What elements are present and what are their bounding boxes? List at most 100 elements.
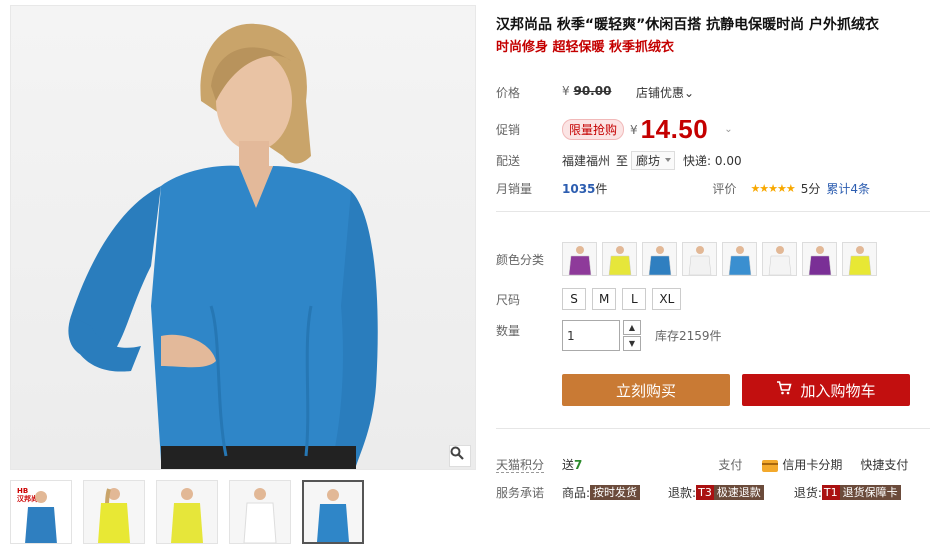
sales-unit: 件	[595, 182, 608, 196]
service-label: 服务承诺	[496, 486, 545, 500]
shirt-swatch-image	[728, 246, 751, 275]
color-swatch-7[interactable]	[802, 242, 837, 276]
ship-origin: 福建福州	[562, 154, 611, 168]
sales-count: 1035	[562, 181, 596, 196]
thumbnail-4[interactable]	[229, 480, 291, 544]
limited-sale-tag: 限量抢购	[562, 119, 625, 140]
buy-now-label: 立刻购买	[615, 381, 676, 400]
stock-count: 库存2159件	[655, 329, 722, 343]
quick-pay[interactable]: 快捷支付	[860, 456, 908, 473]
promo-price: 14.50	[640, 114, 709, 144]
review-count-link[interactable]: 累计4条	[826, 180, 870, 197]
buy-now-button[interactable]: 立刻购买	[562, 374, 730, 406]
color-swatch-3[interactable]	[642, 242, 677, 276]
color-swatch-5[interactable]	[722, 242, 757, 276]
shirt-swatch-image	[568, 246, 591, 275]
points-row: 天猫积分 送7 支付 信用卡分期 快捷支付	[496, 456, 930, 473]
add-to-cart-button[interactable]: 加入购物车	[742, 374, 910, 406]
shirt-swatch-image	[688, 246, 711, 275]
rating-stars: ★★★★★	[750, 182, 795, 195]
add-to-cart-label: 加入购物车	[800, 381, 876, 400]
quantity-stepper: ▲ ▼	[623, 320, 641, 351]
color-swatch-6[interactable]	[762, 242, 797, 276]
shirt-thumbnail-image	[171, 488, 203, 543]
divider	[496, 211, 930, 212]
points-label[interactable]: 天猫积分	[496, 456, 562, 473]
zoom-icon[interactable]	[449, 445, 471, 467]
shirt-swatch-image	[848, 246, 871, 275]
main-product-image[interactable]	[10, 5, 476, 470]
shirt-thumbnail-image	[25, 491, 57, 543]
chevron-down-icon[interactable]: ⌄	[724, 124, 732, 135]
return-guarantee-tag[interactable]: 退货保障卡	[839, 485, 901, 500]
original-price: ¥ 90.00	[562, 84, 611, 98]
quantity-input[interactable]: 1	[562, 320, 620, 351]
fast-refund-tag[interactable]: 极速退款	[713, 485, 764, 500]
credit-card-icon	[762, 459, 779, 472]
size-option-m[interactable]: M	[592, 288, 617, 310]
size-row: 尺码 S M L XL	[496, 288, 687, 310]
shirt-swatch-image	[808, 246, 831, 275]
service-return-label: 退货:	[793, 486, 822, 500]
thumbnail-1[interactable]: HB 汉邦尚品	[10, 480, 72, 544]
ship-to: 至	[616, 154, 629, 168]
size-option-s[interactable]: S	[562, 288, 586, 310]
refund-code-badge: T3	[696, 485, 714, 500]
thumbnail-3[interactable]	[156, 480, 218, 544]
shipping-fee: 快递: 0.00	[683, 154, 742, 168]
color-swatch-2[interactable]	[602, 242, 637, 276]
quantity-row: 数量 1 ▲ ▼ 库存2159件	[496, 320, 722, 351]
shirt-swatch-image	[608, 246, 631, 275]
quantity-down-button[interactable]: ▼	[623, 336, 641, 351]
model-illustration	[68, 23, 378, 469]
thumbnail-5-selected[interactable]	[302, 480, 364, 544]
shirt-thumbnail-image	[317, 489, 349, 542]
product-title: 汉邦尚品 秋季“暖轻爽”休闲百搭 抗静电保暖时尚 户外抓绒衣	[496, 17, 880, 33]
shirt-swatch-image	[768, 246, 791, 275]
size-option-l[interactable]: L	[622, 288, 647, 310]
points-send: 送	[562, 458, 575, 472]
destination-select[interactable]: 廊坊	[631, 151, 676, 170]
rating-score: 5分	[800, 182, 821, 196]
quantity-up-button[interactable]: ▲	[623, 320, 641, 335]
cart-icon	[776, 381, 793, 399]
shirt-swatch-image	[648, 246, 671, 275]
promo-currency: ¥	[630, 122, 638, 137]
shop-discount-link[interactable]: 店铺优惠⌄	[636, 84, 694, 101]
service-row: 服务承诺 商品: 按时发货 退款: T3 极速退款 退货: T1 退货保障卡	[496, 484, 930, 501]
payment-label: 支付	[718, 458, 743, 472]
color-swatch-list	[562, 242, 882, 276]
thumbnail-2[interactable]	[83, 480, 145, 544]
sales-label: 月销量	[496, 182, 533, 196]
shipping-row: 配送 福建福州 至 廊坊 快递: 0.00	[496, 151, 742, 170]
sales-row: 月销量 1035 件 评价 ★★★★★ 5分 累计4条	[496, 180, 926, 197]
price-label: 价格	[496, 85, 521, 100]
shirt-thumbnail-image	[98, 488, 130, 543]
promotion-row: 促销 限量抢购 ¥ 14.50 ⌄	[496, 114, 733, 145]
on-time-shipping-tag[interactable]: 按时发货	[590, 485, 641, 500]
size-label: 尺码	[496, 292, 521, 307]
dropdown-arrow-icon	[665, 158, 672, 162]
size-option-xl[interactable]: XL	[652, 288, 682, 310]
color-row: 颜色分类	[496, 242, 882, 276]
points-label-text: 天猫积分	[496, 458, 545, 473]
rating-label: 评价	[712, 182, 737, 196]
promotion-label: 促销	[496, 123, 521, 137]
return-code-badge: T1	[821, 485, 840, 500]
color-label: 颜色分类	[496, 252, 545, 267]
shipping-label: 配送	[496, 154, 521, 168]
color-swatch-4[interactable]	[682, 242, 717, 276]
color-swatch-8[interactable]	[842, 242, 877, 276]
price-row: 价格 ¥ 90.00 店铺优惠⌄	[496, 84, 926, 100]
size-options: S M L XL	[562, 288, 687, 310]
quantity-label: 数量	[496, 324, 521, 338]
service-refund-label: 退款:	[668, 486, 697, 500]
shirt-thumbnail-image	[243, 488, 277, 543]
original-price-value: 90.00	[573, 84, 612, 98]
points-amount: 7	[574, 457, 583, 472]
thumbnail-strip: HB 汉邦尚品	[10, 480, 476, 548]
product-subtitle: 时尚修身 超轻保暖 秋季抓绒衣	[496, 40, 675, 55]
service-goods-label: 商品:	[562, 486, 591, 500]
color-swatch-1[interactable]	[562, 242, 597, 276]
credit-installment[interactable]: 信用卡分期	[762, 456, 842, 473]
